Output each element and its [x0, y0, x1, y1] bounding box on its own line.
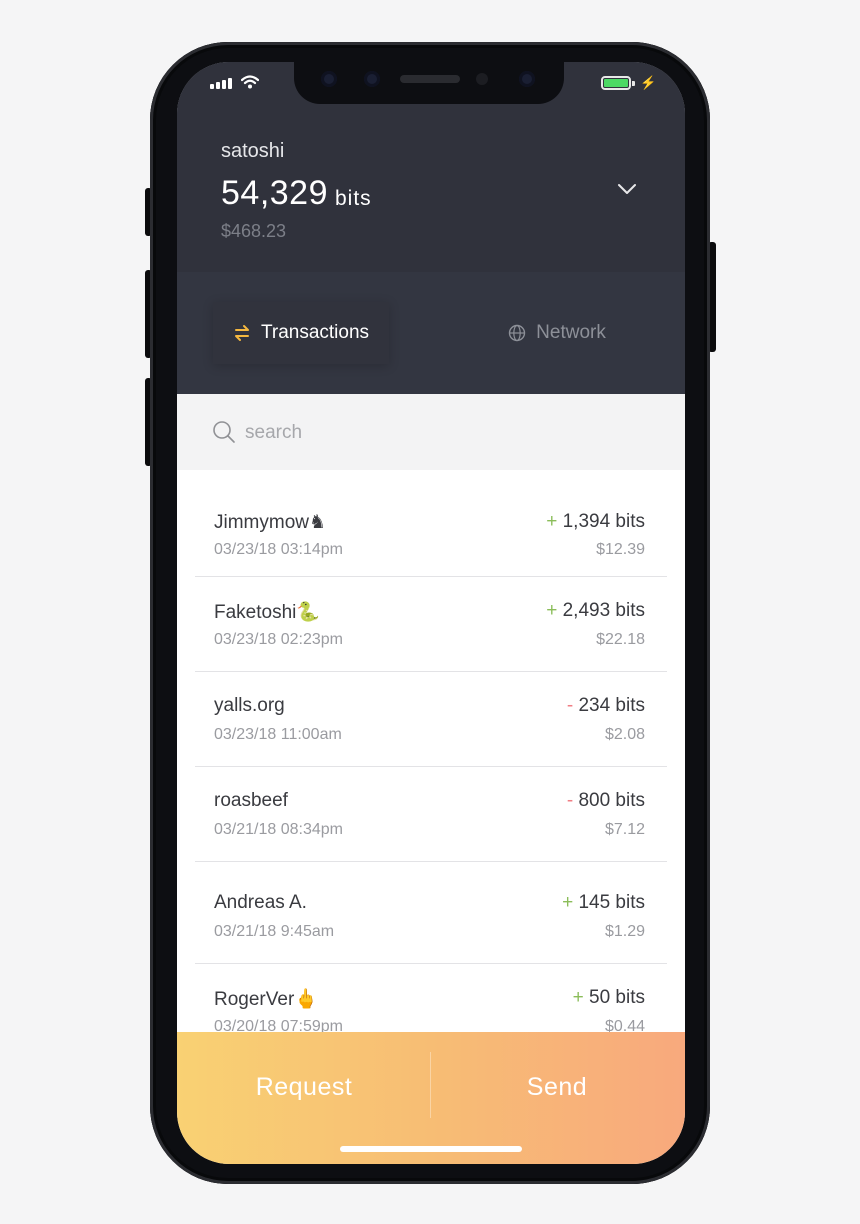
tab-transactions[interactable]: Transactions [213, 302, 389, 364]
request-button[interactable]: Request [197, 1064, 411, 1110]
app-screen: ⚡ satoshi 54,329 bits $468.23 Transactio… [177, 62, 685, 1164]
transaction-name: Jimmymow [214, 512, 309, 533]
transaction-date: 03/23/18 02:23pm [214, 631, 343, 648]
transaction-usd: $7.12 [604, 821, 645, 838]
search-input[interactable] [243, 418, 627, 448]
action-divider [430, 1052, 431, 1118]
charging-bolt-icon: ⚡ [640, 75, 657, 90]
transaction-row[interactable]: Andreas A. 03/21/18 9:45am + 145 bits $1… [195, 862, 667, 964]
proximity-sensor [476, 73, 488, 85]
account-name: satoshi [221, 140, 285, 162]
transaction-sign: - [566, 790, 574, 811]
front-camera-secondary-icon [519, 71, 535, 87]
wallet-header: ⚡ satoshi 54,329 bits $468.23 Transactio… [177, 62, 685, 394]
transaction-date: 03/20/18 07:59pm [214, 1018, 343, 1032]
transaction-amount: 800 bits [578, 790, 645, 811]
transaction-amount: 234 bits [578, 695, 645, 716]
tab-network[interactable]: Network [477, 302, 637, 364]
face-sensor-icon [364, 71, 380, 87]
transaction-sign: - [566, 695, 574, 716]
transaction-name: RogerVer [214, 989, 295, 1010]
tab-network-label: Network [536, 322, 606, 343]
transaction-usd: $22.18 [596, 631, 645, 648]
transaction-sign: + [562, 892, 574, 913]
transaction-row[interactable]: Faketoshi🐍 03/23/18 02:23pm + 2,493 bits… [195, 577, 667, 672]
middle-finger-icon: 🖕 [294, 989, 318, 1010]
earpiece-speaker [400, 75, 460, 83]
transaction-amount: 2,493 bits [562, 600, 645, 621]
transaction-date: 03/23/18 03:14pm [214, 541, 343, 558]
transaction-name: yalls.org [214, 695, 285, 716]
transaction-amount: 145 bits [578, 892, 645, 913]
action-bar: Request Send [177, 1032, 685, 1164]
transaction-sign: + [572, 987, 584, 1008]
transaction-sign: + [546, 511, 558, 532]
transaction-row[interactable]: Jimmymow♞ 03/23/18 03:14pm + 1,394 bits … [195, 470, 667, 577]
transaction-usd: $0.44 [604, 1018, 645, 1032]
cellular-signal-icon [210, 78, 232, 89]
transaction-row[interactable]: roasbeef 03/21/18 08:34pm - 800 bits $7.… [195, 767, 667, 862]
arrows-exchange-icon [234, 325, 249, 341]
camera-notch [294, 62, 564, 104]
balance-fiat: $468.23 [221, 221, 287, 241]
globe-icon [508, 324, 526, 342]
transaction-name: roasbeef [214, 790, 288, 811]
account-summary: ⚡ satoshi 54,329 bits $468.23 [177, 62, 685, 272]
transaction-amount: 1,394 bits [562, 511, 645, 532]
balance-unit: bits [335, 187, 372, 210]
transaction-date: 03/21/18 9:45am [214, 923, 335, 940]
front-camera-icon [321, 71, 337, 87]
transaction-usd: $12.39 [596, 541, 645, 558]
transaction-date: 03/21/18 08:34pm [214, 821, 343, 838]
battery-tip [632, 81, 635, 86]
wifi-icon [241, 75, 259, 89]
transaction-row[interactable]: yalls.org 03/23/18 11:00am - 234 bits $2… [195, 672, 667, 767]
transaction-name: Faketoshi [214, 602, 297, 623]
search-icon [213, 421, 235, 443]
tab-transactions-label: Transactions [260, 322, 370, 343]
transaction-name: Andreas A. [214, 892, 307, 913]
transaction-row[interactable]: RogerVer🖕 03/20/18 07:59pm + 50 bits $0.… [195, 964, 667, 1032]
transaction-usd: $2.08 [604, 726, 645, 743]
home-indicator[interactable] [340, 1146, 522, 1152]
balance-amount: 54,329 [221, 174, 328, 212]
transaction-amount: 50 bits [589, 987, 645, 1008]
transaction-usd: $1.29 [604, 923, 645, 940]
transaction-list: Jimmymow♞ 03/23/18 03:14pm + 1,394 bits … [195, 470, 667, 1032]
transaction-date: 03/23/18 11:00am [214, 726, 342, 743]
knight-icon: ♞ [309, 512, 327, 533]
battery-icon [601, 76, 631, 90]
search-bar [177, 394, 685, 470]
snake-icon: 🐍 [296, 602, 321, 623]
chevron-down-icon[interactable] [617, 182, 637, 196]
transaction-sign: + [546, 600, 558, 621]
send-button[interactable]: Send [449, 1064, 665, 1110]
